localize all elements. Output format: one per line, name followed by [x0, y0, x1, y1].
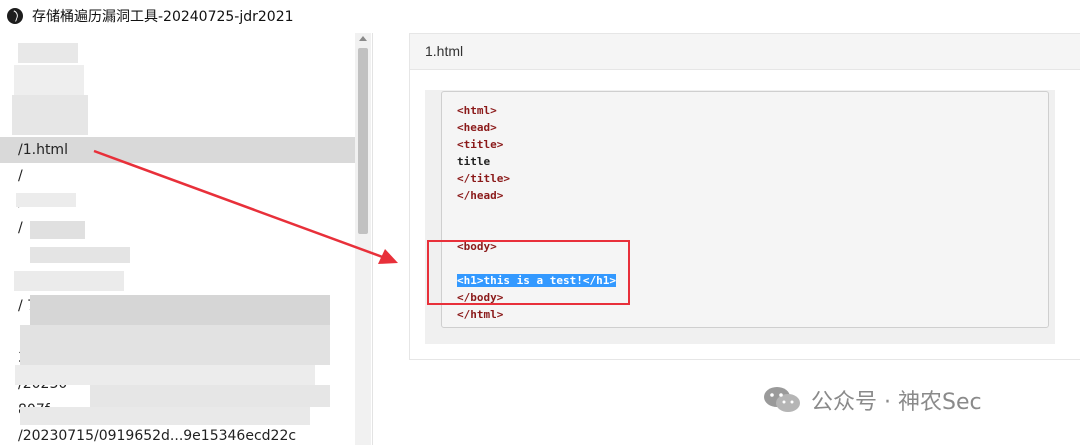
watermark: 公众号 · 神农Sec: [763, 384, 982, 416]
wechat-icon: [764, 387, 800, 412]
annotation-arrow: [93, 149, 398, 264]
watermark-text: 公众号 · 神农Sec: [811, 390, 982, 415]
